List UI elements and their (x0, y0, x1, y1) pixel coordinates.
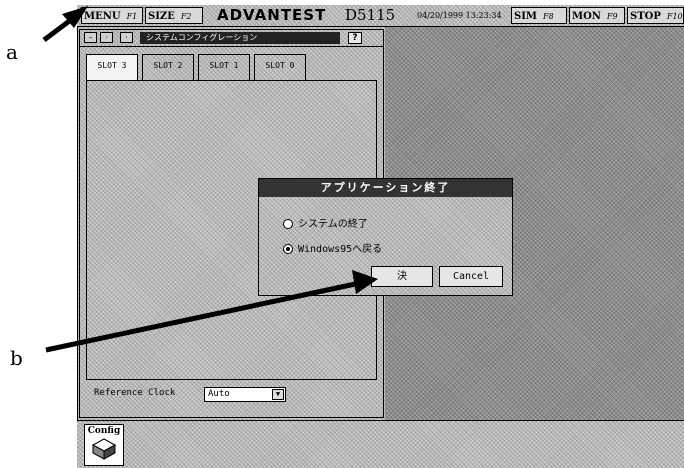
annotation-arrow-b (45, 270, 378, 353)
annotation-arrows (42, 6, 378, 353)
annotation-arrow-a (42, 6, 88, 42)
